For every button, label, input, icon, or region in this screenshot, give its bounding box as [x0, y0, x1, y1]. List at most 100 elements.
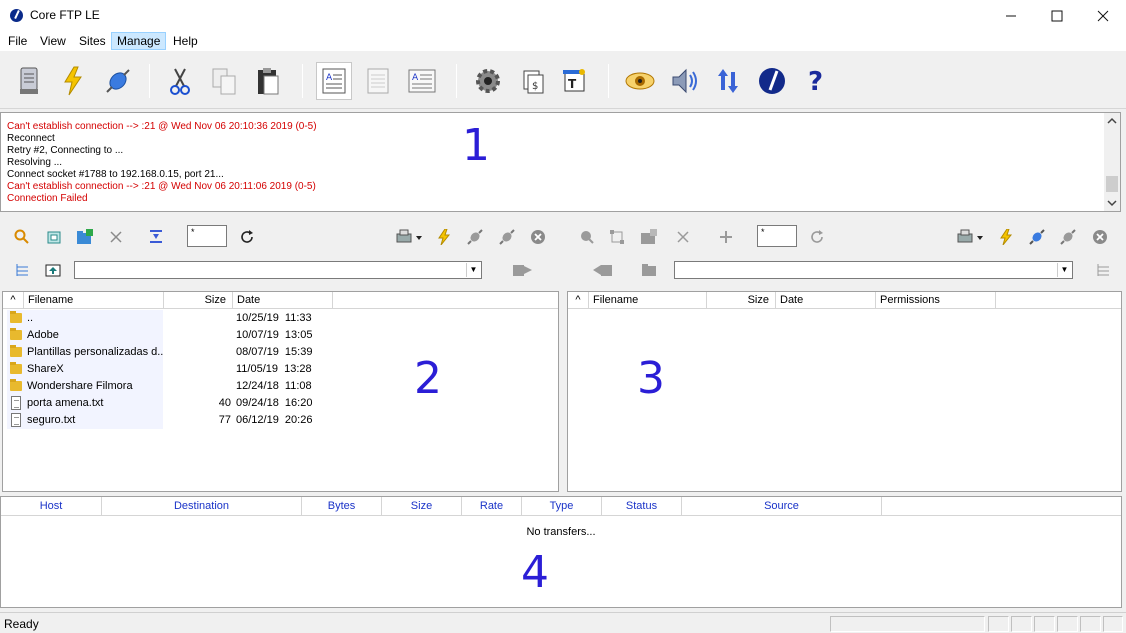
- log-scrollbar[interactable]: [1104, 113, 1120, 211]
- menu-file[interactable]: File: [3, 32, 32, 50]
- local-transfer-mode-dropdown[interactable]: [396, 228, 426, 246]
- minimize-button[interactable]: [988, 0, 1034, 31]
- annotation-number-1: 1: [462, 120, 490, 171]
- remote-select-button[interactable]: [608, 228, 626, 246]
- remote-search-button[interactable]: [578, 228, 596, 246]
- local-path-combo[interactable]: ▼: [74, 261, 482, 279]
- eye-icon: [625, 72, 655, 90]
- printer-dropdown-icon: [957, 229, 983, 243]
- remote-refresh-button[interactable]: [808, 228, 826, 246]
- close-button[interactable]: [1080, 0, 1126, 31]
- about-button[interactable]: [754, 62, 790, 100]
- queue-empty-text: No transfers...: [526, 526, 596, 538]
- remote-new-folder-button[interactable]: [640, 228, 658, 246]
- file-row[interactable]: Wondershare Filmora 12/24/18 11:08: [3, 378, 558, 395]
- file-row[interactable]: seguro.txt 77 06/12/19 20:26: [3, 412, 558, 429]
- remote-quick-connect-button[interactable]: [997, 228, 1015, 246]
- local-transfer-button[interactable]: [147, 228, 165, 246]
- lightning-icon: [438, 229, 451, 245]
- maximize-button[interactable]: [1034, 0, 1080, 31]
- size-column-header[interactable]: Size: [164, 292, 233, 309]
- status-cell: [1057, 616, 1078, 632]
- remote-close-button[interactable]: [1091, 228, 1109, 246]
- local-disconnect-button[interactable]: [498, 228, 516, 246]
- filename-column-header[interactable]: Filename: [24, 292, 164, 309]
- queue-col-size[interactable]: Size: [382, 497, 462, 516]
- file-row[interactable]: Adobe 10/07/19 13:05: [3, 327, 558, 344]
- local-refresh-button[interactable]: [238, 228, 256, 246]
- menu-manage[interactable]: Manage: [111, 32, 167, 50]
- queue-col-host[interactable]: Host: [1, 497, 102, 516]
- remote-disconnect-button[interactable]: [1059, 228, 1077, 246]
- plug-gray-icon: [499, 229, 515, 245]
- view-log-button[interactable]: A: [316, 62, 352, 100]
- remote-path-combo[interactable]: ▼: [674, 261, 1073, 279]
- paste-icon: [258, 68, 279, 95]
- help-button[interactable]: ?: [798, 62, 834, 100]
- filename-column-header[interactable]: Filename: [589, 292, 707, 309]
- remote-tree-button[interactable]: [1094, 261, 1112, 279]
- sort-column-header[interactable]: ^: [568, 292, 589, 309]
- printer-dropdown-icon: [396, 229, 422, 243]
- title-bar: Core FTP LE: [0, 0, 1126, 31]
- paste-button[interactable]: [250, 62, 286, 100]
- file-date: 09/24/18 16:20: [236, 397, 313, 409]
- queue-col-destination[interactable]: Destination: [102, 497, 302, 516]
- file-row[interactable]: .. 10/25/19 11:33: [3, 310, 558, 327]
- view-page-button[interactable]: [360, 62, 396, 100]
- date-column-header[interactable]: Date: [233, 292, 333, 309]
- queue-col-type[interactable]: Type: [522, 497, 602, 516]
- local-search-button[interactable]: [13, 228, 31, 246]
- sort-column-header[interactable]: ^: [3, 292, 24, 309]
- local-list-header: ^ Filename Size Date: [3, 292, 558, 309]
- file-row[interactable]: porta amena.txt 40 09/24/18 16:20: [3, 395, 558, 412]
- file-date: 11/05/19 13:28: [236, 363, 312, 375]
- scripts-button[interactable]: $: [515, 62, 551, 100]
- search-gray-icon: [581, 231, 594, 244]
- local-close-button[interactable]: [529, 228, 547, 246]
- cut-button[interactable]: [162, 62, 198, 100]
- queue-col-bytes[interactable]: Bytes: [302, 497, 382, 516]
- transfer-mode-button[interactable]: [710, 62, 746, 100]
- terminal-button[interactable]: T: [556, 62, 592, 100]
- date-column-header[interactable]: Date: [776, 292, 876, 309]
- menu-help[interactable]: Help: [168, 32, 203, 50]
- local-tree-button[interactable]: [13, 261, 31, 279]
- sound-button[interactable]: [667, 62, 703, 100]
- view-file-button[interactable]: [622, 62, 658, 100]
- size-column-header[interactable]: Size: [707, 292, 776, 309]
- quick-connect-button[interactable]: [55, 62, 91, 100]
- remote-transfer-button[interactable]: [717, 228, 735, 246]
- local-connect-button[interactable]: [466, 228, 484, 246]
- remote-folder-button[interactable]: [640, 261, 658, 279]
- permissions-column-header[interactable]: Permissions: [876, 292, 996, 309]
- local-delete-button[interactable]: [107, 228, 125, 246]
- remote-connect-button[interactable]: [1028, 228, 1046, 246]
- scrollbar-arrows-icon: [1106, 117, 1118, 207]
- lightning-icon: [1000, 229, 1013, 245]
- file-row[interactable]: Plantillas personalizadas d... 08/07/19 1…: [3, 344, 558, 361]
- remote-receive-button[interactable]: [592, 261, 614, 279]
- site-manager-button[interactable]: [11, 62, 47, 100]
- file-row[interactable]: ShareX 11/05/19 13:28: [3, 361, 558, 378]
- local-new-folder-button[interactable]: [76, 228, 94, 246]
- copy-button[interactable]: [206, 62, 242, 100]
- settings-button[interactable]: [470, 62, 506, 100]
- remote-transfer-mode-dropdown[interactable]: [957, 228, 987, 246]
- menu-view[interactable]: View: [35, 32, 71, 50]
- queue-col-rate[interactable]: Rate: [462, 497, 522, 516]
- connect-button[interactable]: [100, 62, 136, 100]
- menu-sites[interactable]: Sites: [74, 32, 111, 50]
- remote-filter-input[interactable]: *: [757, 225, 797, 247]
- view-details-button[interactable]: A: [404, 62, 440, 100]
- local-up-folder-button[interactable]: [44, 261, 62, 279]
- scissors-icon: [170, 68, 190, 95]
- local-filter-input[interactable]: *: [187, 225, 227, 247]
- local-refresh-view-button[interactable]: [45, 228, 63, 246]
- refresh-icon: [241, 230, 253, 243]
- queue-col-status[interactable]: Status: [602, 497, 682, 516]
- local-send-button[interactable]: [512, 261, 534, 279]
- remote-delete-button[interactable]: [674, 228, 692, 246]
- local-quick-connect-button[interactable]: [435, 228, 453, 246]
- queue-col-source[interactable]: Source: [682, 497, 882, 516]
